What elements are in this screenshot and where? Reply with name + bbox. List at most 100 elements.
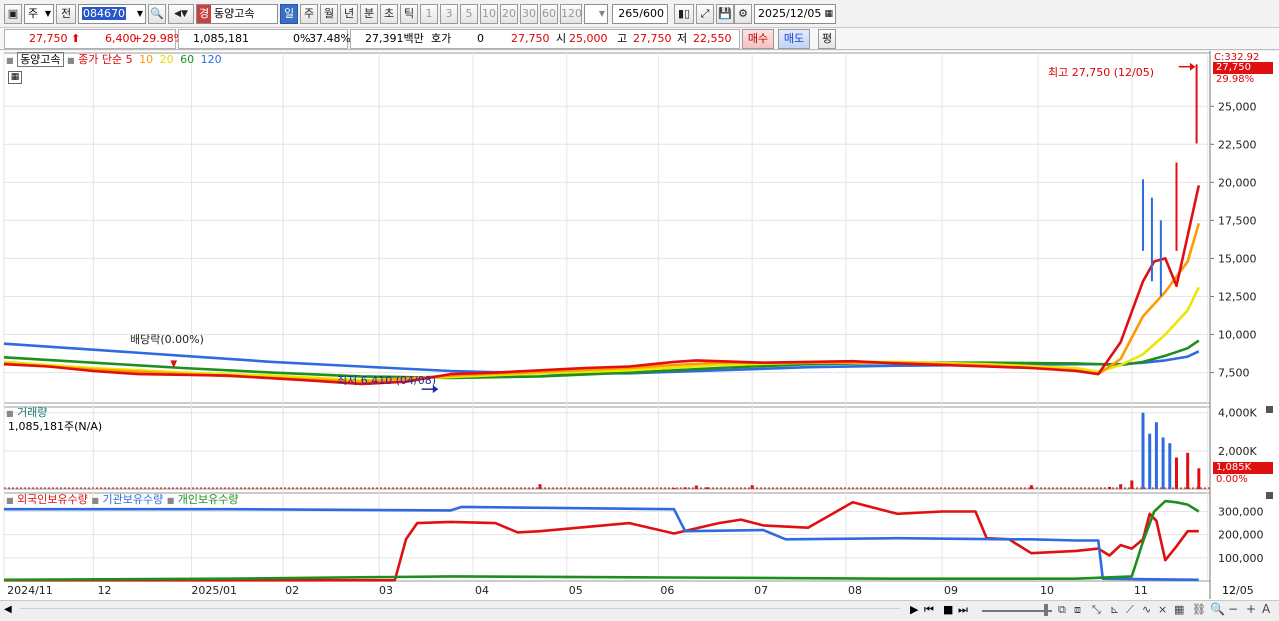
interval-3[interactable]: 3 <box>440 4 458 24</box>
x-tick-label: 04 <box>475 584 489 597</box>
interval-60[interactable]: 60 <box>540 4 558 24</box>
crosshair-icon[interactable]: ⤢ <box>696 4 714 24</box>
ruler-icon[interactable]: ⊾ <box>1110 603 1119 616</box>
save-icon[interactable]: 💾 <box>716 4 734 24</box>
period-select[interactable]: 주 ▼ <box>24 4 54 24</box>
trade-amount: 27,391백만 <box>365 32 424 45</box>
legend-institution[interactable]: 기관보유수량 <box>102 493 163 506</box>
scroll-left-icon[interactable]: ◀ <box>4 604 12 615</box>
play-icon[interactable]: ▶ <box>910 603 918 616</box>
holding-legend: ■ 외국인보유수량 ■ 기관보유수량 ■ 개인보유수량 <box>6 491 239 507</box>
legend-square-icon: ■ <box>6 409 14 418</box>
interval-20[interactable]: 20 <box>500 4 518 24</box>
chart-area[interactable]: 2024/11 12 2025/01 02 03 04 05 06 07 08 09 10 11 12 12… <box>0 51 1279 606</box>
tab-day[interactable]: 일 <box>280 4 298 24</box>
ma-120-label: 120 <box>200 53 222 66</box>
stock-name-field[interactable]: 경 동양고속 <box>196 4 278 24</box>
interval-1[interactable]: 1 <box>420 4 438 24</box>
x-tick-label: 11 <box>1134 584 1148 597</box>
open-label: 시 <box>556 32 567 45</box>
prev-button[interactable]: 전 <box>56 4 76 24</box>
stock-name-tag[interactable]: 동양고속 <box>17 52 64 67</box>
volume-field: 1,085,181 0% 37.48% <box>178 29 351 49</box>
volume-bar <box>1186 452 1190 489</box>
tab-tick[interactable]: 틱 <box>400 4 418 24</box>
gear-icon[interactable]: ⚙ <box>734 4 752 24</box>
interval-10[interactable]: 10 <box>480 4 498 24</box>
window-menu-icon[interactable]: ▣ <box>4 4 22 24</box>
ma-line-5 <box>3 185 1201 386</box>
date-input[interactable]: 2025/12/05 ▦ <box>754 4 836 24</box>
scroll-track[interactable] <box>20 608 900 614</box>
layout-icon[interactable]: ⧉ <box>1058 603 1066 617</box>
ma-label[interactable]: 종가 단순 <box>78 53 122 66</box>
volume-bar <box>1197 468 1201 489</box>
wave-icon[interactable]: ∿ <box>1142 603 1151 616</box>
chevron-down-icon: ▼ <box>44 9 51 18</box>
buy-button[interactable]: 매수 <box>742 29 774 49</box>
volume-bar <box>1161 437 1165 489</box>
interval-30[interactable]: 30 <box>520 4 538 24</box>
search-icon[interactable]: 🔍 <box>148 4 166 24</box>
tab-second[interactable]: 초 <box>380 4 398 24</box>
interval-5[interactable]: 5 <box>460 4 478 24</box>
x-tick-label: 08 <box>848 584 862 597</box>
chart-grid <box>3 51 1211 599</box>
zoom-slider-handle[interactable] <box>1044 604 1048 616</box>
open-value: 25,000 <box>569 32 608 45</box>
tab-year[interactable]: 년 <box>340 4 358 24</box>
speaker-icon[interactable]: ◀▼ <box>168 4 194 24</box>
minus-icon[interactable]: − <box>1228 602 1238 616</box>
tab-minute[interactable]: 분 <box>360 4 378 24</box>
ma-60-label: 60 <box>180 53 195 66</box>
interval-select[interactable]: ▼ <box>584 4 608 24</box>
stock-code-input[interactable]: 084670 ▼ <box>78 4 146 24</box>
ma-line-10 <box>3 223 1201 383</box>
link-icon[interactable]: ⛓ <box>1192 603 1206 616</box>
eval-button[interactable]: 평 <box>818 29 836 49</box>
price-legend: ■ 동양고속 ■ 종가 단순 5 10 20 60 120 <box>6 52 222 68</box>
legend-individual[interactable]: 개인보유수량 <box>178 493 239 506</box>
volume-value: 1,085,181 <box>193 32 249 45</box>
y-tick-label: 22,500 <box>1218 138 1257 151</box>
candle-icon[interactable]: ▮▯ <box>674 4 694 24</box>
hoga-price: 27,750 <box>511 32 550 45</box>
main-toolbar: ▣ 주 ▼ 전 084670 ▼ 🔍 ◀▼ 경 동양고속 일 주 월 년 분 초 틱 … <box>0 0 1279 28</box>
forward-icon[interactable]: ⏭ <box>958 603 968 617</box>
plus-icon[interactable]: + <box>1246 602 1256 616</box>
close-pane-icon[interactable] <box>1266 406 1273 413</box>
sell-button[interactable]: 매도 <box>778 29 810 49</box>
stock-chart-svg[interactable]: 2024/11 12 2025/01 02 03 04 05 06 07 08 09 10 11 1212… <box>0 51 1279 606</box>
volume-last-pct: 0.00% <box>1216 474 1248 485</box>
zoom-icon[interactable]: 🔍 <box>1210 602 1225 616</box>
font-size-icon[interactable]: A <box>1262 602 1270 616</box>
trend-line-icon[interactable]: ⤡ <box>1092 603 1101 617</box>
count-current: 265 <box>618 7 640 20</box>
close-pane-icon[interactable] <box>1266 492 1273 499</box>
x-tick-label: 2025/01 <box>191 584 237 597</box>
table-icon[interactable]: ▦ <box>8 71 22 84</box>
legend-foreign[interactable]: 외국인보유수량 <box>17 493 88 506</box>
tab-week[interactable]: 주 <box>300 4 318 24</box>
bottom-scrollbar[interactable]: ◀ ▶ ⏮ ■ ⏭ ⧉ ⧈ ⤡ ⊾ ⟋ ∿ ⨯ ▦ ⛓ 🔍 − + A <box>0 600 1279 621</box>
x-tick-label: 12/05 <box>1222 584 1254 597</box>
grid-icon[interactable]: ▦ <box>1174 603 1184 616</box>
legend-square-icon: ■ <box>67 56 75 65</box>
stop-icon[interactable]: ■ <box>943 603 953 616</box>
zoom-slider[interactable] <box>982 610 1052 612</box>
interval-120[interactable]: 120 <box>560 4 582 24</box>
period-select-value: 주 <box>28 7 39 20</box>
split-icon[interactable]: ⧈ <box>1074 603 1081 617</box>
low-label: 저 <box>677 32 688 45</box>
y-tick-label: 20,000 <box>1218 176 1257 189</box>
volume-bar <box>1130 480 1134 489</box>
hoga-field: 27,391백만 호가 0 27,750 시 25,000 고 27,750 저… <box>350 29 740 49</box>
count-field[interactable]: 265/600 <box>612 4 668 24</box>
holding-line <box>4 501 1199 582</box>
tab-month[interactable]: 월 <box>320 4 338 24</box>
draw-line-icon[interactable]: ⟋ <box>1126 603 1134 617</box>
cross-icon[interactable]: ⨯ <box>1158 603 1167 616</box>
rewind-icon[interactable]: ⏮ <box>924 603 934 617</box>
volume-bar <box>672 487 676 489</box>
high-arrow-head <box>1189 62 1196 71</box>
